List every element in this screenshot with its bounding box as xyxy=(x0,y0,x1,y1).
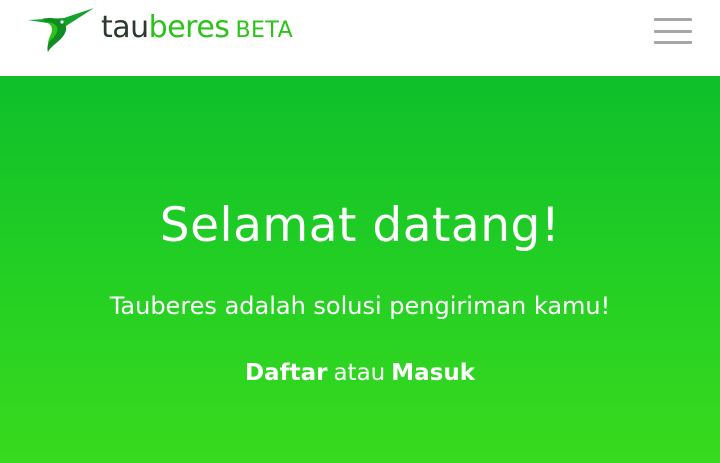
hero-section: Selamat datang! Tauberes adalah solusi p… xyxy=(0,76,720,463)
register-link[interactable]: Daftar xyxy=(245,360,327,386)
top-header: tau beres BETA xyxy=(0,0,720,76)
hero-subtitle: Tauberes adalah solusi pengiriman kamu! xyxy=(109,292,611,320)
hummingbird-logo-icon[interactable] xyxy=(26,6,96,54)
menu-line xyxy=(654,18,692,21)
auth-links: Daftar atau Masuk xyxy=(0,360,720,386)
brand-name-suffix: beres xyxy=(148,10,230,45)
menu-line xyxy=(654,41,692,44)
brand-name-prefix: tau xyxy=(101,10,149,45)
beta-badge: BETA xyxy=(235,18,294,43)
separator-text: atau xyxy=(333,360,386,386)
hamburger-menu-icon[interactable] xyxy=(652,16,694,46)
welcome-heading: Selamat datang! xyxy=(159,198,561,253)
brand-wordmark[interactable]: tau beres BETA xyxy=(101,10,293,45)
menu-line xyxy=(654,29,692,33)
login-link[interactable]: Masuk xyxy=(391,360,475,386)
